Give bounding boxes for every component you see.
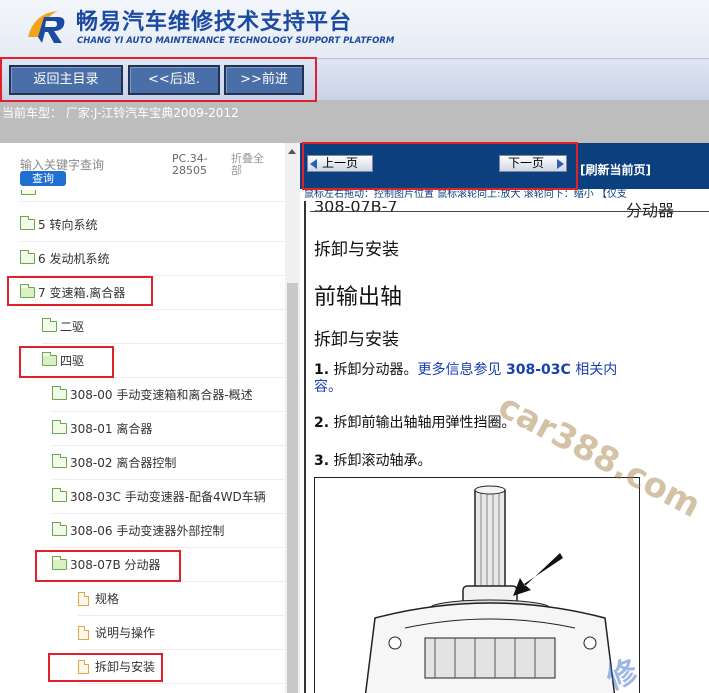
app-header: 畅易汽车维修技术支持平台 CHANG YI AUTO MAINTENANCE T…: [0, 0, 709, 58]
tree-item-label: 6 发动机系统: [38, 252, 110, 266]
tree-item-label: 308-02 离合器控制: [70, 456, 177, 470]
scroll-up-arrow-icon[interactable]: [288, 149, 296, 154]
document-page[interactable]: 308-07B-7 分动器 拆卸与安装 前输出轴 拆卸与安装 1. 拆卸分动器。…: [304, 201, 709, 693]
tree-item-description[interactable]: 说明与操作: [78, 616, 285, 650]
catalog-sidebar: 输入关键字查询 查询 PC.34-28505 折叠全部 5 转向系统 6 发动机…: [0, 143, 300, 693]
highlight-toolbar: [0, 57, 317, 102]
bearing-illustration: [364, 485, 616, 693]
step-number: 1.: [314, 362, 330, 378]
viewer-hint: 鼠标左右拖动：控制图片位置 鼠标滚轮向上:放大 滚轮向下：缩小 【仅支: [304, 189, 709, 201]
highlight-4wd: [19, 346, 114, 378]
pc-code-label: PC.34-28505: [172, 152, 208, 177]
refresh-page-link[interactable]: [刷新当前页]: [580, 161, 651, 178]
tree-item-label: 308-06 手动变速器外部控制: [70, 524, 225, 538]
folder-icon: [52, 522, 67, 536]
tree-item-label: 308-00 手动变速箱和离合器-概述: [70, 388, 253, 402]
r-swoosh-logo: [28, 11, 65, 43]
document-icon: [78, 591, 89, 606]
document-icon: [78, 625, 89, 640]
app-subtitle: CHANG YI AUTO MAINTENANCE TECHNOLOGY SUP…: [77, 36, 395, 46]
tree-item-label: 308-03C 手动变速器-配备4WD车辆: [70, 490, 266, 504]
tree-item-308-01[interactable]: 308-01 离合器: [52, 412, 285, 446]
tree-item-label: 说明与操作: [95, 626, 156, 640]
current-model-bar: 当前车型： 厂家:J-江铃汽车宝典2009-2012: [0, 100, 709, 143]
highlight-removal-install: [48, 653, 163, 682]
folder-icon: [52, 420, 67, 434]
highlight-transmission: [7, 276, 153, 306]
tree-item-2wd[interactable]: 二驱: [42, 310, 285, 344]
tree-item-308-03c[interactable]: 308-03C 手动变速器-配备4WD车辆: [52, 480, 285, 514]
current-model-text: 当前车型： 厂家:J-江铃汽车宝典2009-2012: [2, 106, 239, 120]
step-text: 拆卸分动器。: [333, 362, 418, 378]
tree-item-specifications[interactable]: 规格: [78, 582, 285, 616]
tree-item-308-00[interactable]: 308-00 手动变速箱和离合器-概述: [52, 378, 285, 412]
document-code: 308-07B-7: [314, 201, 398, 216]
step-2: 2. 拆卸前输出轴轴用弹性挡圈。: [314, 415, 644, 432]
sidebar-scrollbar[interactable]: [285, 143, 300, 693]
reference-link-prefix: 更多信息参见: [417, 362, 506, 378]
tree-item-label: 5 转向系统: [38, 218, 98, 232]
folder-icon: [52, 488, 67, 502]
header-rule: [310, 211, 709, 212]
collapse-all-button[interactable]: 折叠全部: [231, 153, 271, 177]
folder-icon: [42, 318, 57, 332]
step-number: 3.: [314, 453, 330, 469]
document-title: 前输出轴: [314, 285, 403, 310]
step-text: 拆卸前输出轴轴用弹性挡圈。: [333, 415, 516, 431]
tree-item-label: 二驱: [60, 320, 85, 334]
folder-icon: [21, 190, 36, 195]
highlight-page-nav: [302, 142, 578, 190]
folder-icon: [52, 454, 67, 468]
scroll-thumb[interactable]: [287, 283, 298, 693]
app-title: 畅易汽车维修技术支持平台: [76, 10, 353, 35]
search-button[interactable]: 查询: [20, 171, 66, 186]
highlight-308-07b: [35, 550, 181, 582]
tree-item-steering[interactable]: 5 转向系统: [20, 208, 285, 242]
document-heading: 拆卸与安装: [314, 240, 399, 260]
reference-code: 308-03C: [505, 362, 571, 378]
folder-icon: [20, 250, 35, 264]
step-1: 1. 拆卸分动器。更多信息参见 308-03C 相关内容。: [314, 362, 644, 396]
tree-item-label: 308-01 离合器: [70, 422, 153, 436]
tree-item-partial: [20, 190, 285, 202]
tree-item-308-06[interactable]: 308-06 手动变速器外部控制: [52, 514, 285, 548]
step-text: 拆卸滚动轴承。: [333, 453, 432, 469]
folder-icon: [52, 386, 67, 400]
document-subheading: 拆卸与安装: [314, 330, 399, 350]
tree-item-label: 规格: [95, 592, 120, 606]
bearing-removal-figure: [314, 477, 640, 693]
tree-item-308-02[interactable]: 308-02 离合器控制: [52, 446, 285, 480]
folder-icon: [20, 216, 35, 230]
step-number: 2.: [314, 415, 330, 431]
tree-item-engine[interactable]: 6 发动机系统: [20, 242, 285, 276]
